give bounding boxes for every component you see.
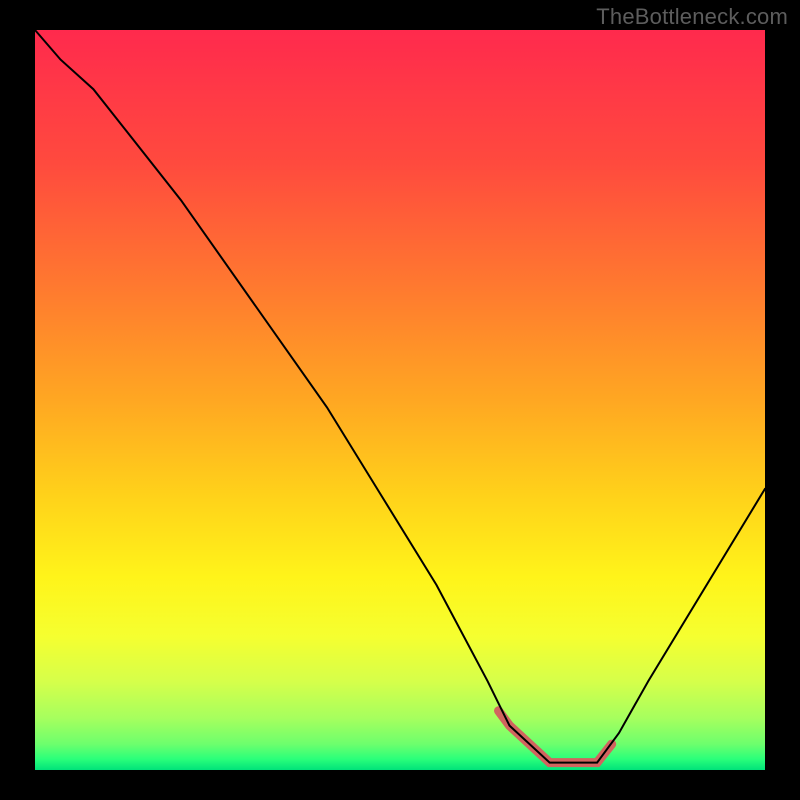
chart-frame: TheBottleneck.com bbox=[0, 0, 800, 800]
watermark-text: TheBottleneck.com bbox=[596, 4, 788, 30]
bottleneck-chart bbox=[0, 0, 800, 800]
gradient-background bbox=[35, 30, 765, 770]
